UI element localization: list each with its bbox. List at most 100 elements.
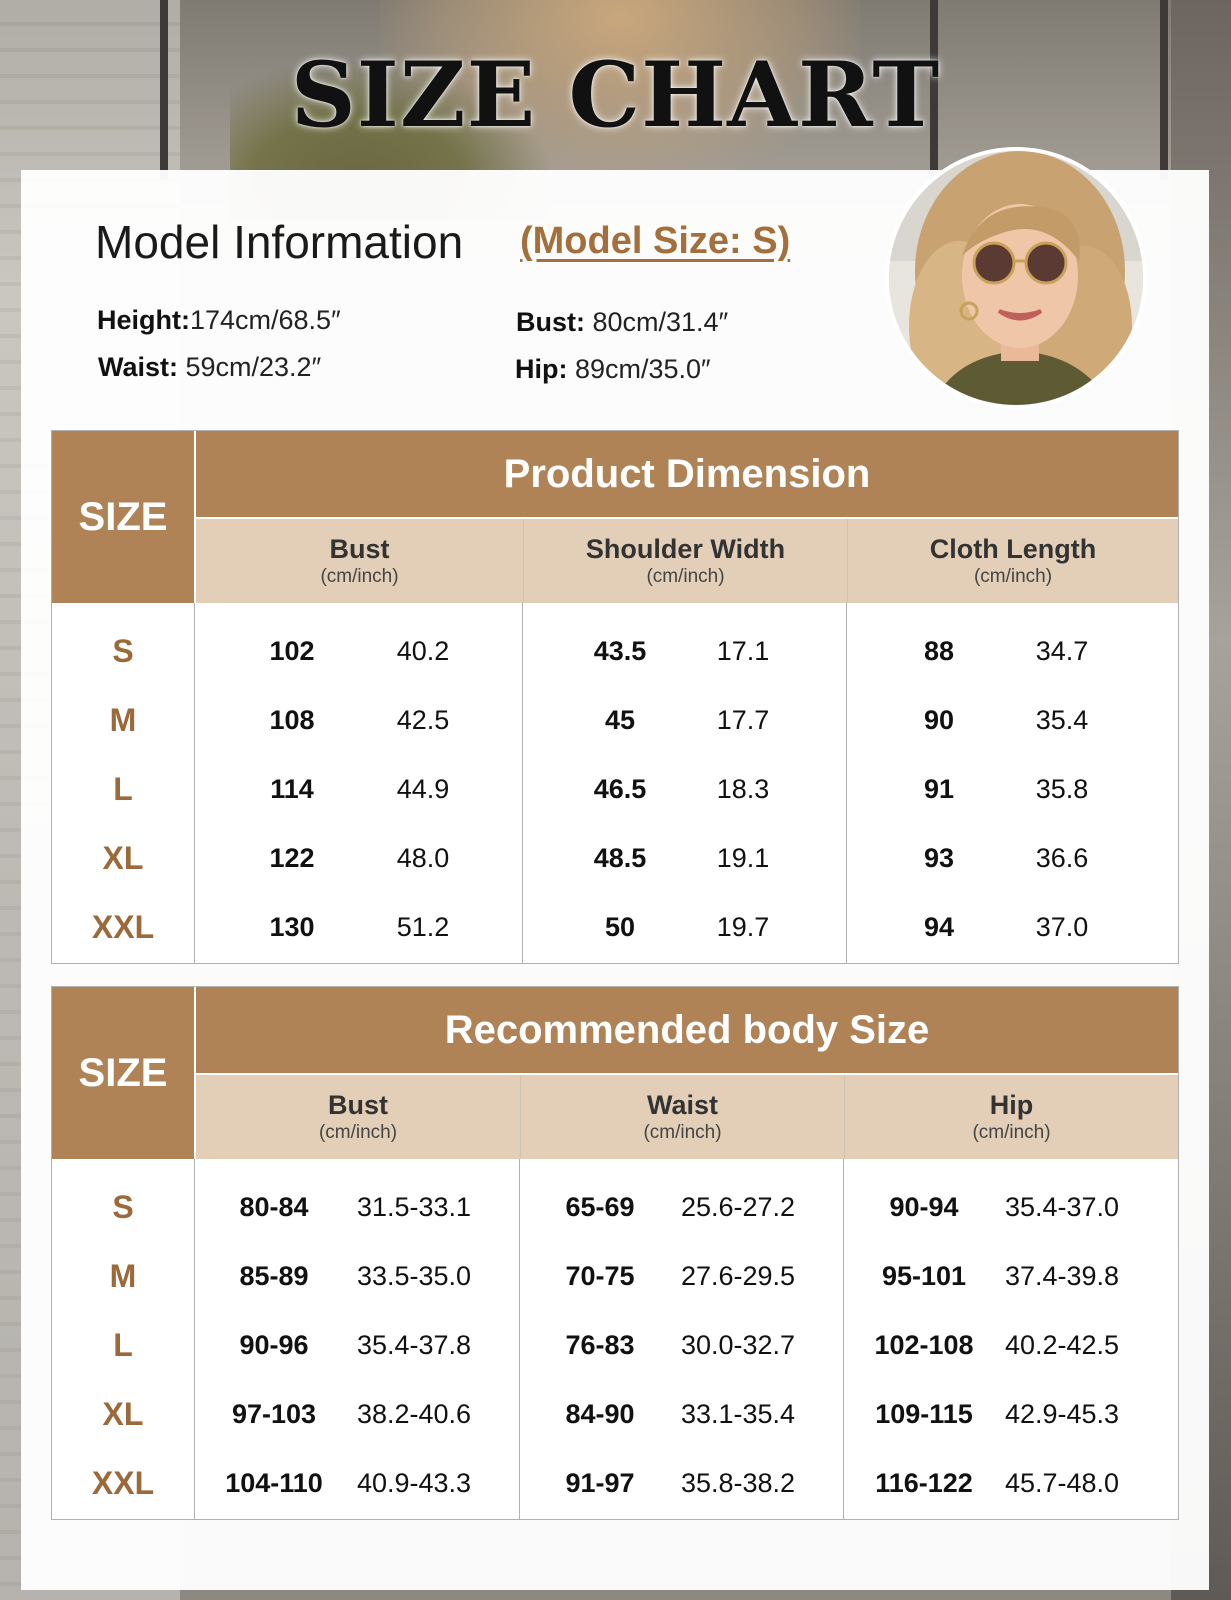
column-header-cloth-length: Cloth Length (cm/inch) [848, 519, 1178, 603]
value-cm: 90-96 [239, 1329, 309, 1360]
table-row: S 80-84 31.5-33.1 65-69 25.6-27.2 90-94 35.4-3… [52, 1172, 1178, 1242]
value-inch: 45.7-48.0 [1004, 1467, 1120, 1498]
value-inch: 51.2 [396, 911, 450, 942]
recommended-body-size-body: S 80-84 31.5-33.1 65-69 25.6-27.2 90-94 35.4-3… [52, 1159, 1178, 1519]
model-waist-label: Waist: [98, 352, 178, 382]
value-inch: 48.0 [396, 842, 450, 873]
value-inch: 40.2-42.5 [1004, 1329, 1120, 1360]
size-cell: M [109, 701, 137, 738]
table-row: XXL 130 51.2 50 19.7 94 37.0 [52, 892, 1178, 962]
size-header: SIZE [52, 431, 194, 603]
value-inch: 30.0-32.7 [680, 1329, 796, 1360]
value-inch: 40.2 [396, 635, 450, 666]
recommended-body-size-subheader: Bust (cm/inch) Waist (cm/inch) Hip (cm/i… [196, 1075, 1178, 1159]
column-label: Bust [329, 534, 390, 564]
value-cm: 116-122 [875, 1467, 973, 1498]
value-inch: 33.1-35.4 [680, 1398, 796, 1429]
model-waist-value: 59cm/23.2″ [178, 352, 322, 382]
value-inch: 34.7 [1035, 635, 1089, 666]
column-header-bust: Bust (cm/inch) [196, 1075, 521, 1159]
value-cm: 104-110 [225, 1467, 323, 1498]
model-hip-label: Hip: [515, 354, 568, 384]
page-title: SIZE CHART [290, 42, 941, 148]
value-inch: 42.9-45.3 [1004, 1398, 1120, 1429]
column-header-bust: Bust (cm/inch) [196, 519, 524, 603]
product-dimension-subheader: Bust (cm/inch) Shoulder Width (cm/inch) … [196, 519, 1178, 603]
model-bust-value: 80cm/31.4″ [585, 307, 729, 337]
value-cm: 97-103 [231, 1398, 317, 1429]
value-inch: 37.0 [1035, 911, 1089, 942]
model-hip-value: 89cm/35.0″ [567, 354, 711, 384]
model-waist: Waist: 59cm/23.2″ [98, 352, 321, 383]
value-inch: 31.5-33.1 [356, 1191, 472, 1222]
value-inch: 27.6-29.5 [680, 1260, 796, 1291]
value-cm: 102-108 [874, 1329, 974, 1360]
model-portrait-illustration [889, 151, 1143, 405]
size-cell: S [112, 1188, 134, 1225]
value-inch: 40.9-43.3 [356, 1467, 472, 1498]
size-cell: L [113, 1326, 133, 1363]
column-unit: (cm/inch) [318, 1122, 398, 1143]
value-inch: 19.7 [716, 911, 770, 942]
table-row: L 90-96 35.4-37.8 76-83 30.0-32.7 102-108 40.2… [52, 1310, 1178, 1380]
value-cm: 70-75 [565, 1260, 635, 1291]
value-cm: 90-94 [889, 1191, 959, 1222]
value-cm: 85-89 [239, 1260, 309, 1291]
size-cell: XL [102, 1395, 144, 1432]
value-inch: 17.1 [716, 635, 770, 666]
value-inch: 35.8-38.2 [680, 1467, 796, 1498]
column-header-shoulder-width: Shoulder Width (cm/inch) [524, 519, 848, 603]
value-inch: 33.5-35.0 [356, 1260, 472, 1291]
table-row: L 114 44.9 46.5 18.3 91 35.8 [52, 754, 1178, 824]
value-inch: 36.6 [1035, 842, 1089, 873]
value-inch: 37.4-39.8 [1004, 1260, 1120, 1291]
value-cm: 95-101 [881, 1260, 967, 1291]
column-unit: (cm/inch) [320, 566, 399, 587]
model-hip: Hip: 89cm/35.0″ [515, 354, 711, 385]
value-inch: 35.4-37.8 [356, 1329, 472, 1360]
model-height-value: 174cm/68.5″ [189, 305, 341, 335]
model-height: Height:174cm/68.5″ [97, 305, 341, 336]
model-photo [885, 147, 1147, 409]
value-inch: 38.2-40.6 [356, 1398, 472, 1429]
value-cm: 80-84 [239, 1191, 309, 1222]
model-bust: Bust: 80cm/31.4″ [516, 307, 728, 338]
value-inch: 35.4-37.0 [1004, 1191, 1120, 1222]
value-inch: 35.4 [1035, 704, 1089, 735]
size-header: SIZE [52, 987, 194, 1159]
column-header-hip: Hip (cm/inch) [845, 1075, 1178, 1159]
value-cm: 109-115 [875, 1398, 973, 1429]
product-dimension-table: SIZE Product Dimension Bust (cm/inch) Sh… [51, 430, 1179, 964]
size-cell: M [109, 1257, 137, 1294]
value-cm: 84-90 [565, 1398, 635, 1429]
size-cell: XXL [91, 908, 155, 945]
value-inch: 19.1 [716, 842, 770, 873]
value-inch: 17.7 [716, 704, 770, 735]
column-label: Cloth Length [929, 534, 1097, 564]
product-dimension-header: Product Dimension [196, 431, 1178, 517]
value-inch: 44.9 [396, 773, 450, 804]
model-info-heading: Model Information [95, 216, 464, 268]
column-unit: (cm/inch) [643, 1122, 722, 1143]
value-cm: 76-83 [565, 1329, 635, 1360]
table-row: XXL 104-110 40.9-43.3 91-97 35.8-38.2 116-122… [52, 1448, 1178, 1518]
size-cell: XXL [91, 1464, 155, 1501]
column-label: Shoulder Width [585, 534, 786, 564]
size-cell: XL [102, 839, 144, 876]
value-inch: 25.6-27.2 [680, 1191, 796, 1222]
model-bust-label: Bust: [516, 307, 585, 337]
column-unit: (cm/inch) [646, 566, 725, 587]
column-header-waist: Waist (cm/inch) [521, 1075, 845, 1159]
size-cell: S [112, 632, 134, 669]
table-row: M 108 42.5 45 17.7 90 35.4 [52, 685, 1178, 755]
value-cm: 91-97 [565, 1467, 635, 1498]
model-size-label: (Model Size: S) [520, 220, 791, 262]
table-row: S 102 40.2 43.5 17.1 88 34.7 [52, 616, 1178, 686]
value-cm: 65-69 [565, 1191, 635, 1222]
product-dimension-body: S 102 40.2 43.5 17.1 88 34.7 M 108 42.5 45 17.7 90 35… [52, 603, 1178, 963]
model-height-label: Height: [97, 305, 190, 335]
size-cell: L [113, 770, 133, 807]
column-unit: (cm/inch) [973, 566, 1053, 587]
recommended-body-size-header: Recommended body Size [196, 987, 1178, 1073]
column-unit: (cm/inch) [972, 1122, 1051, 1143]
